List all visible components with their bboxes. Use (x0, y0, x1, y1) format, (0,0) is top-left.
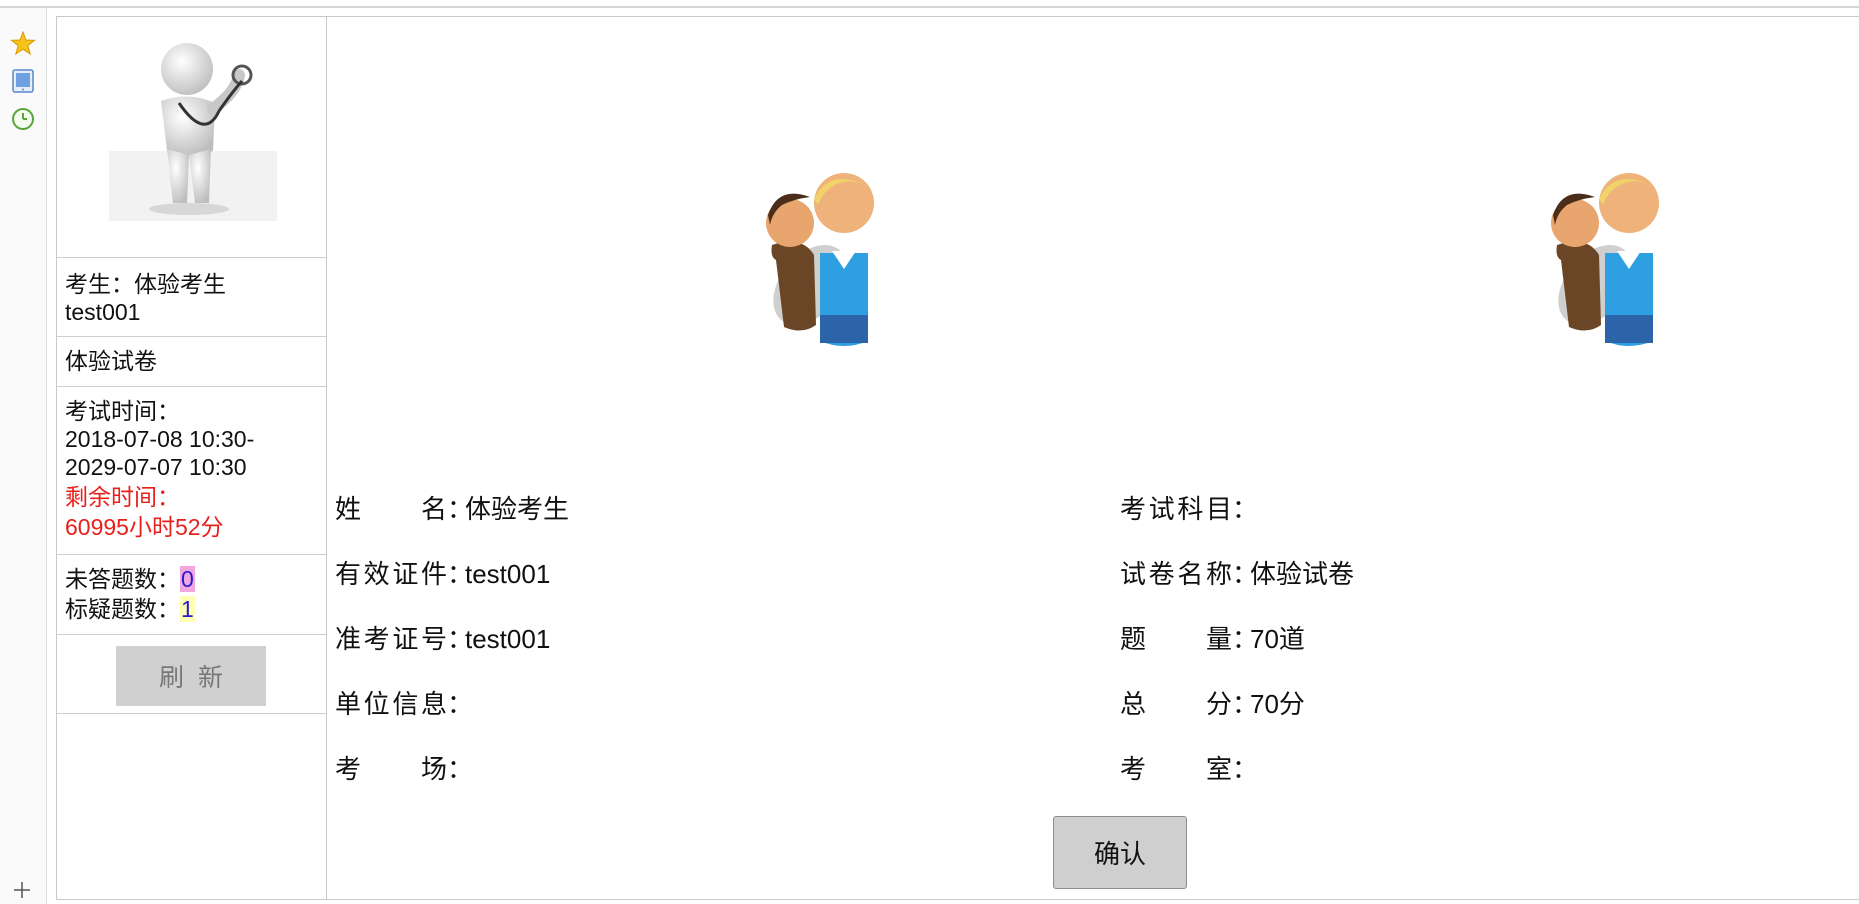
info-label: 考场 (335, 754, 447, 784)
info-label: 题量 (1120, 624, 1232, 654)
info-row-name: 姓名：体验考生 (335, 494, 570, 524)
info-row-subject: 考试科目： (1120, 494, 1259, 524)
exam-time-label: 考试时间： (65, 398, 180, 424)
remaining-time-value: 60995小时52分 (65, 514, 224, 540)
info-value: 70分 (1250, 689, 1305, 719)
info-row-total-score: 总分：70分 (1120, 689, 1305, 719)
doctor-figure-image (109, 43, 277, 221)
candidate-cell: 考生：体验考生 test001 (57, 258, 326, 337)
info-label: 考室 (1120, 754, 1232, 784)
refresh-button[interactable]: 刷新 (116, 646, 266, 706)
info-label: 考试科目 (1120, 494, 1232, 524)
unanswered-label: 未答题数： (65, 566, 180, 592)
candidate-name: 体验考生 (134, 271, 226, 297)
candidate-panel: 考生：体验考生 test001 体验试卷 考试时间： 2018-07-08 10… (57, 17, 327, 899)
info-label: 总分 (1120, 689, 1232, 719)
info-label: 试卷名称 (1120, 559, 1232, 589)
flagged-count[interactable]: 1 (180, 596, 195, 622)
info-row-question-count: 题量：70道 (1120, 624, 1305, 654)
candidates-figure-image (766, 173, 874, 346)
exam-time-end: 2029-07-07 10:30 (65, 454, 247, 480)
info-value: test001 (465, 559, 551, 589)
info-row-exam-room: 考室： (1120, 754, 1259, 784)
candidate-label: 考生： (65, 271, 134, 297)
count-cell: 未答题数：0 标疑题数：1 (57, 555, 326, 635)
info-row-paper-name: 试卷名称：体验试卷 (1120, 559, 1355, 589)
exam-frame: 考生：体验考生 test001 体验试卷 考试时间： 2018-07-08 10… (56, 16, 1859, 900)
info-label: 单位信息 (335, 689, 447, 719)
plus-icon[interactable] (12, 880, 32, 900)
paper-cell: 体验试卷 (57, 337, 326, 387)
confirm-button[interactable]: 确认 (1053, 816, 1187, 889)
info-row-ticket-number: 准考证号：test001 (335, 624, 551, 654)
candidates-figure-image-right (1551, 173, 1659, 346)
exam-info-main: 姓名：体验考生 有效证件：test001 准考证号：test001 单位信息： … (327, 17, 1859, 899)
star-icon[interactable] (10, 30, 36, 56)
flagged-label: 标疑题数： (65, 596, 180, 622)
exam-time-cell: 考试时间： 2018-07-08 10:30- 2029-07-07 10:30… (57, 387, 326, 555)
info-label: 有效证件 (335, 559, 447, 589)
info-row-organization: 单位信息： (335, 689, 474, 719)
tablet-icon[interactable] (10, 68, 36, 94)
info-value: test001 (465, 624, 551, 654)
info-row-id-document: 有效证件：test001 (335, 559, 551, 589)
unanswered-count[interactable]: 0 (180, 566, 195, 592)
info-row-exam-site: 考场： (335, 754, 474, 784)
exam-time-start: 2018-07-08 10:30- (65, 426, 255, 452)
candidate-id: test001 (65, 299, 141, 325)
info-value: 70道 (1250, 624, 1305, 654)
clock-icon[interactable] (10, 106, 36, 132)
photo-cell (57, 17, 326, 258)
info-label: 准考证号 (335, 624, 447, 654)
info-value: 体验试卷 (1250, 559, 1355, 589)
browser-sidebar (0, 8, 47, 904)
top-border (0, 6, 1859, 8)
info-value: 体验考生 (465, 494, 570, 524)
info-label: 姓名 (335, 494, 447, 524)
refresh-cell: 刷新 (57, 635, 326, 714)
remaining-time-label: 剩余时间： (65, 484, 180, 510)
paper-name: 体验试卷 (65, 348, 157, 374)
